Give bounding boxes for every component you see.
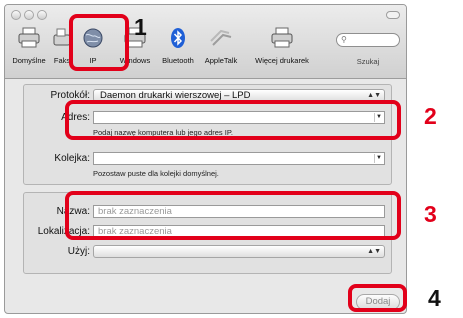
- protocol-value: Daemon drukarki wierszowej – LPD: [100, 90, 251, 101]
- toolbar-default-button[interactable]: Domyślne: [11, 25, 47, 71]
- callout-number-1: 1: [134, 14, 147, 40]
- minimize-window-button[interactable]: [24, 10, 34, 20]
- toolbar-label: Bluetooth: [162, 56, 194, 65]
- search-label: Szukaj: [356, 57, 380, 66]
- location-field[interactable]: brak zaznaczenia: [93, 225, 385, 238]
- location-label: Lokalizacja:: [37, 226, 90, 237]
- bluetooth-icon: [171, 28, 185, 48]
- toolbar-bluetooth-button[interactable]: Bluetooth: [161, 25, 195, 71]
- add-button[interactable]: Dodaj: [356, 294, 400, 310]
- queue-field[interactable]: ▼: [93, 152, 385, 165]
- appletalk-icon: [210, 29, 232, 46]
- callout-number-4: 4: [428, 285, 441, 311]
- toolbar-label: AppleTalk: [204, 56, 238, 65]
- toolbar-more-printers-button[interactable]: Więcej drukarek: [255, 25, 309, 71]
- address-field[interactable]: ▼: [93, 111, 385, 124]
- printer-info-panel: Nazwa: brak zaznaczenia Lokalizacja: bra…: [23, 192, 392, 274]
- use-driver-select[interactable]: ▲▼: [93, 245, 385, 258]
- queue-label: Kolejka:: [54, 153, 90, 164]
- address-hint: Podaj nazwę komputera lub jego adres IP.: [93, 128, 233, 137]
- protocol-select[interactable]: Daemon drukarki wierszowej – LPD ▲▼: [93, 89, 385, 102]
- search-field[interactable]: ⚲: [336, 33, 400, 47]
- close-window-button[interactable]: [11, 10, 21, 20]
- dropdown-arrow-icon[interactable]: ▼: [374, 154, 383, 163]
- queue-hint: Pozostaw puste dla kolejki domyślnej.: [93, 169, 219, 178]
- toolbar: Domyślne Faks IP Windows Bluetooth Apple…: [5, 5, 406, 79]
- name-label: Nazwa:: [56, 206, 90, 217]
- use-label: Użyj:: [67, 246, 90, 257]
- add-printer-window: Domyślne Faks IP Windows Bluetooth Apple…: [4, 4, 407, 314]
- more-printers-icon: [271, 27, 293, 48]
- updown-arrows-icon: ▲▼: [367, 248, 381, 255]
- toolbar-toggle-button[interactable]: [386, 11, 400, 19]
- toolbar-appletalk-button[interactable]: AppleTalk: [202, 25, 240, 71]
- zoom-window-button[interactable]: [37, 10, 47, 20]
- ip-globe-icon: [83, 28, 103, 48]
- callout-number-2: 2: [424, 103, 437, 129]
- toolbar-label: IP: [89, 56, 97, 65]
- name-field[interactable]: brak zaznaczenia: [93, 205, 385, 218]
- location-placeholder: brak zaznaczenia: [98, 226, 172, 237]
- toolbar-label: Windows: [119, 56, 151, 65]
- updown-arrows-icon: ▲▼: [367, 92, 381, 99]
- toolbar-ip-button[interactable]: IP: [78, 25, 108, 71]
- connection-panel: Protokół: Daemon drukarki wierszowej – L…: [23, 84, 392, 185]
- toolbar-label: Więcej drukarek: [255, 56, 309, 65]
- address-label: Adres:: [61, 112, 90, 123]
- dropdown-arrow-icon[interactable]: ▼: [374, 113, 383, 122]
- callout-number-3: 3: [424, 201, 437, 227]
- name-placeholder: brak zaznaczenia: [98, 206, 172, 217]
- search-icon: ⚲: [341, 35, 347, 44]
- fax-icon: [53, 28, 71, 46]
- protocol-label: Protokół:: [50, 90, 90, 101]
- printer-default-icon: [18, 27, 40, 48]
